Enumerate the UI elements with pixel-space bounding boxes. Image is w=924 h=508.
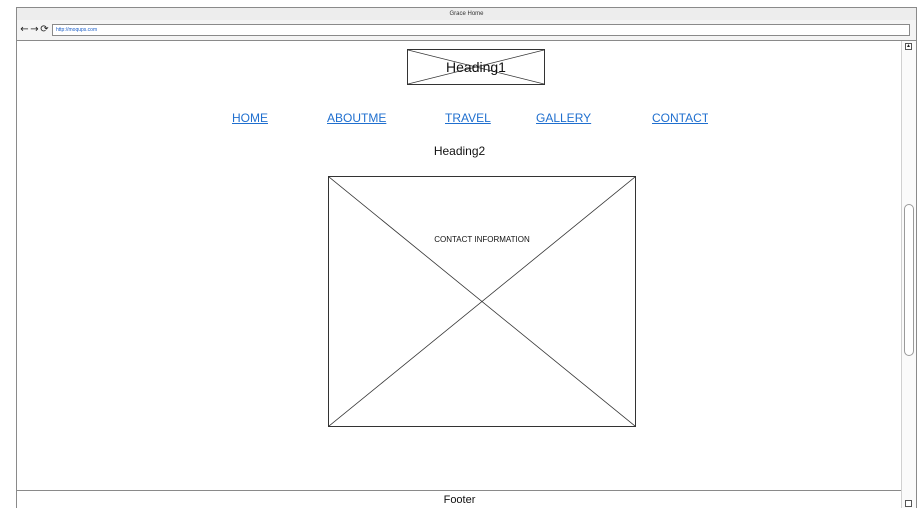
scroll-down-icon[interactable] <box>905 500 912 507</box>
heading2: Heading2 <box>433 144 486 158</box>
scroll-thumb[interactable] <box>904 204 914 356</box>
contact-image-placeholder: CONTACT INFORMATION <box>328 176 636 427</box>
back-icon[interactable]: ← <box>20 24 29 35</box>
nav-link-aboutme[interactable]: ABOUTME <box>327 111 386 125</box>
nav-link-gallery[interactable]: GALLERY <box>536 111 591 125</box>
page-viewport: Heading1 HOME ABOUTME TRAVEL GALLERY CON… <box>17 41 902 508</box>
nav-link-contact[interactable]: CONTACT <box>652 111 708 125</box>
forward-icon[interactable]: → <box>30 24 39 35</box>
heading1: Heading1 <box>446 59 506 75</box>
reload-icon[interactable]: ⟳ <box>40 24 49 35</box>
address-bar[interactable]: http://moqups.com <box>52 24 910 36</box>
browser-window: Grace Home ← → ⟳ http://moqups.com Headi… <box>16 7 917 508</box>
heading1-placeholder: Heading1 <box>407 49 545 85</box>
placeholder-cross-icon <box>329 177 635 426</box>
nav-link-travel[interactable]: TRAVEL <box>445 111 491 125</box>
browser-toolbar: ← → ⟳ http://moqups.com <box>17 20 916 41</box>
vertical-scrollbar[interactable]: ▲ <box>901 41 916 508</box>
nav-link-home[interactable]: HOME <box>232 111 268 125</box>
scroll-up-icon[interactable]: ▲ <box>905 43 912 50</box>
footer: Footer <box>17 490 902 508</box>
contact-information-label: CONTACT INFORMATION <box>434 235 530 244</box>
